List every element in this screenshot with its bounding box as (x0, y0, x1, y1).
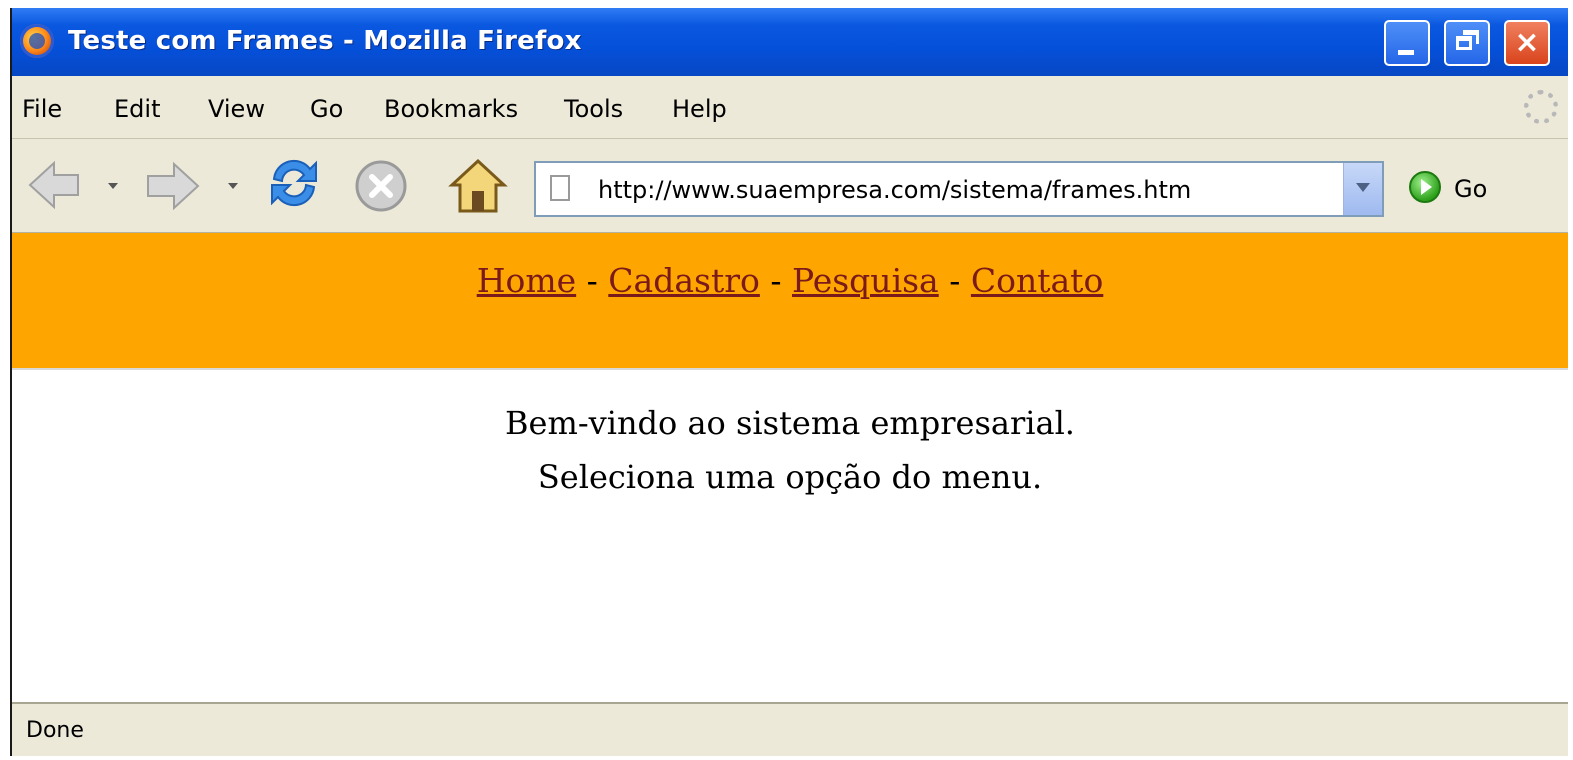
forward-dropdown-icon[interactable] (228, 183, 238, 189)
page-icon (550, 175, 570, 201)
link-pesquisa[interactable]: Pesquisa (792, 261, 939, 300)
welcome-line-1: Bem-vindo ao sistema empresarial. (505, 404, 1075, 442)
link-home[interactable]: Home (477, 261, 576, 300)
link-separator: - (759, 261, 792, 300)
title-bar[interactable]: Teste com Frames - Mozilla Firefox × (12, 8, 1568, 76)
stop-icon[interactable] (354, 159, 408, 213)
status-text: Done (26, 718, 84, 743)
firefox-logo-icon (20, 24, 54, 58)
link-separator: - (576, 261, 609, 300)
menu-bookmarks[interactable]: Bookmarks (384, 95, 518, 123)
forward-icon[interactable] (144, 161, 202, 211)
url-input[interactable]: http://www.suaempresa.com/sistema/frames… (598, 176, 1191, 204)
menu-edit[interactable]: Edit (114, 95, 160, 123)
status-bar: Done (12, 702, 1568, 756)
navigation-toolbar: http://www.suaempresa.com/sistema/frames… (12, 139, 1568, 233)
url-dropdown-button[interactable] (1343, 163, 1382, 215)
window-title: Teste com Frames - Mozilla Firefox (68, 26, 582, 56)
welcome-line-2: Seleciona uma opção do menu. (537, 458, 1043, 496)
browser-window: Teste com Frames - Mozilla Firefox × Fil… (10, 8, 1568, 756)
go-button[interactable]: Go (1454, 175, 1487, 203)
go-icon[interactable] (1409, 171, 1441, 203)
close-button[interactable]: × (1504, 20, 1550, 66)
menu-tools[interactable]: Tools (564, 95, 623, 123)
minimize-icon (1398, 50, 1414, 55)
reload-icon[interactable] (264, 153, 324, 213)
welcome-message: Bem-vindo ao sistema empresarial. Seleci… (12, 396, 1568, 504)
link-separator: - (938, 261, 971, 300)
menu-file[interactable]: File (22, 95, 62, 123)
link-cadastro[interactable]: Cadastro (608, 261, 760, 300)
menu-bar: File Edit View Go Bookmarks Tools Help (12, 76, 1568, 139)
link-contato[interactable]: Contato (971, 261, 1103, 300)
menu-help[interactable]: Help (672, 95, 727, 123)
home-icon[interactable] (448, 157, 508, 215)
menu-go[interactable]: Go (310, 95, 343, 123)
restore-button[interactable] (1444, 20, 1490, 66)
menu-view[interactable]: View (208, 95, 265, 123)
main-frame: Bem-vindo ao sistema empresarial. Seleci… (12, 370, 1568, 700)
close-icon: × (1514, 25, 1540, 60)
address-bar[interactable]: http://www.suaempresa.com/sistema/frames… (534, 161, 1384, 217)
back-icon[interactable] (26, 159, 82, 211)
back-dropdown-icon[interactable] (108, 183, 118, 189)
minimize-button[interactable] (1384, 20, 1430, 66)
top-frame: Home - Cadastro - Pesquisa - Contato (12, 233, 1568, 368)
frame-nav-links: Home - Cadastro - Pesquisa - Contato (12, 261, 1568, 300)
throbber-icon (1524, 90, 1558, 124)
